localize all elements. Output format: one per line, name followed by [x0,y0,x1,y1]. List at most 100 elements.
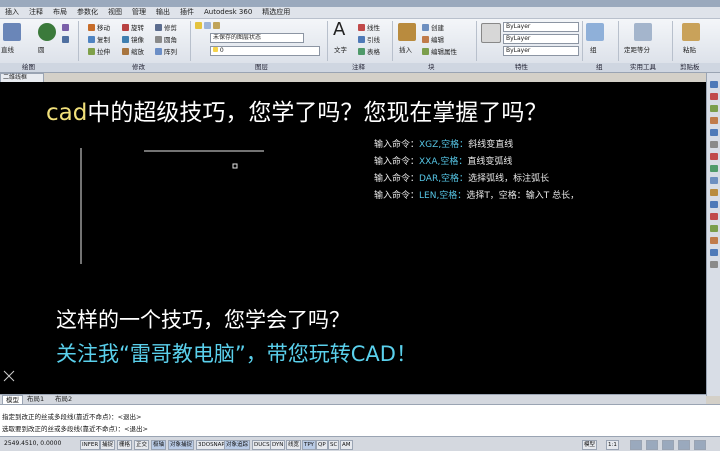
group-button[interactable]: 组 [590,44,597,54]
rotate-button[interactable]: 旋转 [122,22,144,32]
toolbar-icon[interactable] [710,153,718,160]
match-properties-icon[interactable] [481,23,501,43]
toolbar-icon[interactable] [710,201,718,208]
panel-annotation[interactable]: 注释 [352,63,365,72]
workspace-icon[interactable] [630,440,642,450]
panel-properties[interactable]: 特性 [515,63,528,72]
toolbar-icon[interactable] [710,213,718,220]
tab-insert[interactable]: 插入 [0,7,24,18]
toolbar-icon[interactable] [710,177,718,184]
toolbar-icon[interactable] [710,117,718,124]
layer-state-select[interactable]: 未保存的图层状态 [210,33,304,43]
tab-layout1[interactable]: 布局1 [24,395,47,404]
measure-icon[interactable] [634,23,652,41]
copy-button[interactable]: 复制 [88,34,110,44]
tab-parametric[interactable]: 参数化 [72,7,103,18]
measure-button[interactable]: 定距等分 [624,44,650,54]
text-button[interactable]: 文字 [334,44,347,54]
paste-icon[interactable] [682,23,700,41]
tab-annotate[interactable]: 注释 [24,7,48,18]
insert-button[interactable]: 插入 [399,44,412,54]
lineweight-select[interactable]: ByLayer [503,46,579,56]
toggle-am[interactable]: AM [340,440,353,450]
toolbar-icon[interactable] [710,105,718,112]
toolbar-icon[interactable] [710,129,718,136]
color-select[interactable]: ByLayer [503,22,579,32]
rect-button[interactable] [62,36,69,43]
mirror-button[interactable]: 镜像 [122,34,144,44]
toggle-dyn[interactable]: DYN [270,440,286,450]
tab-output[interactable]: 输出 [151,7,175,18]
toggle-lineweight[interactable]: 线宽 [286,440,302,450]
circle-button[interactable]: 圆 [38,44,45,54]
tab-featured-apps[interactable]: 精选应用 [257,7,295,18]
toolbar-icon[interactable] [710,141,718,148]
panel-layer[interactable]: 图层 [255,63,268,72]
toggle-qp[interactable]: QP [316,440,328,450]
toolbar-icon[interactable] [710,189,718,196]
tab-autodesk-360[interactable]: Autodesk 360 [199,7,257,18]
clean-screen-icon[interactable] [694,440,706,450]
lock-icon[interactable] [646,440,658,450]
panel-clipboard[interactable]: 剪贴板 [680,63,700,72]
command-window[interactable]: 指定到改正的丝或多段线(靠近不命点)：<退出> 选取要到改正的丝或多段线(靠近不… [0,404,720,436]
toggle-snap[interactable]: 捕捉 [100,440,116,450]
group-icon[interactable] [586,23,604,41]
toolbar-icon[interactable] [710,93,718,100]
tab-view[interactable]: 视图 [103,7,127,18]
move-button[interactable]: 移动 [88,22,110,32]
tab-layout[interactable]: 布局 [48,7,72,18]
tab-plugins[interactable]: 插件 [175,7,199,18]
toolbar-icon[interactable] [710,261,718,268]
linetype-select[interactable]: ByLayer [503,34,579,44]
annotation-scale-button[interactable]: 1:1 [606,440,619,450]
grip-point[interactable] [232,163,238,169]
panel-utilities[interactable]: 实用工具 [630,63,656,72]
tab-manage[interactable]: 管理 [127,7,151,18]
toggle-sc[interactable]: SC [328,440,340,450]
stretch-button[interactable]: 拉伸 [88,46,110,56]
dimension-button[interactable]: 线性 [358,22,380,32]
edit-attributes-button[interactable]: 编辑属性 [422,46,457,56]
toggle-ducs[interactable]: DUCS [252,440,272,450]
tab-layout2[interactable]: 布局2 [52,395,75,404]
toggle-3dosnap[interactable]: 3DOSNAP [196,440,227,450]
layer-properties-button[interactable] [195,22,220,29]
create-block-button[interactable]: 创建 [422,22,444,32]
toggle-otrack[interactable]: 对象追踪 [224,440,251,450]
trim-button[interactable]: 修剪 [155,22,177,32]
scale-button[interactable]: 缩放 [122,46,144,56]
leader-button[interactable]: 引线 [358,34,380,44]
isolate-objects-icon[interactable] [678,440,690,450]
toolbar-icon[interactable] [710,249,718,256]
paste-button[interactable]: 粘贴 [683,44,696,54]
hardware-accel-icon[interactable] [662,440,674,450]
arc-button[interactable] [62,24,69,31]
line-icon[interactable] [3,23,21,41]
array-button[interactable]: 阵列 [155,46,177,56]
toolbar-icon[interactable] [710,81,718,88]
panel-draw[interactable]: 绘图 [22,63,35,72]
toggle-tpy[interactable]: TPY [302,440,316,450]
toggle-infer[interactable]: INFER [80,440,101,450]
circle-icon[interactable] [38,23,56,41]
drawing-canvas[interactable]: cad中的超级技巧，您学了吗？您现在掌握了吗？ 输入命令：XGZ,空格：斜线变直… [0,82,706,394]
current-layer-select[interactable]: 0 [210,46,320,56]
toolbar-icon[interactable] [710,165,718,172]
toolbar-icon[interactable] [710,225,718,232]
panel-groups[interactable]: 组 [596,63,603,72]
line-button[interactable]: 直线 [1,44,14,54]
edit-block-button[interactable]: 编辑 [422,34,444,44]
toggle-grid[interactable]: 栅格 [117,440,133,450]
text-icon[interactable]: A [333,21,351,39]
insert-icon[interactable] [398,23,416,41]
model-space-button[interactable]: 模型 [582,440,598,450]
toolbar-icon[interactable] [710,237,718,244]
toggle-ortho[interactable]: 正交 [134,440,150,450]
panel-block[interactable]: 块 [428,63,435,72]
table-button[interactable]: 表格 [358,46,380,56]
toggle-osnap[interactable]: 对象捕捉 [168,440,195,450]
toggle-polar[interactable]: 极轴 [151,440,167,450]
fillet-button[interactable]: 圆角 [155,34,177,44]
panel-modify[interactable]: 修改 [132,63,145,72]
